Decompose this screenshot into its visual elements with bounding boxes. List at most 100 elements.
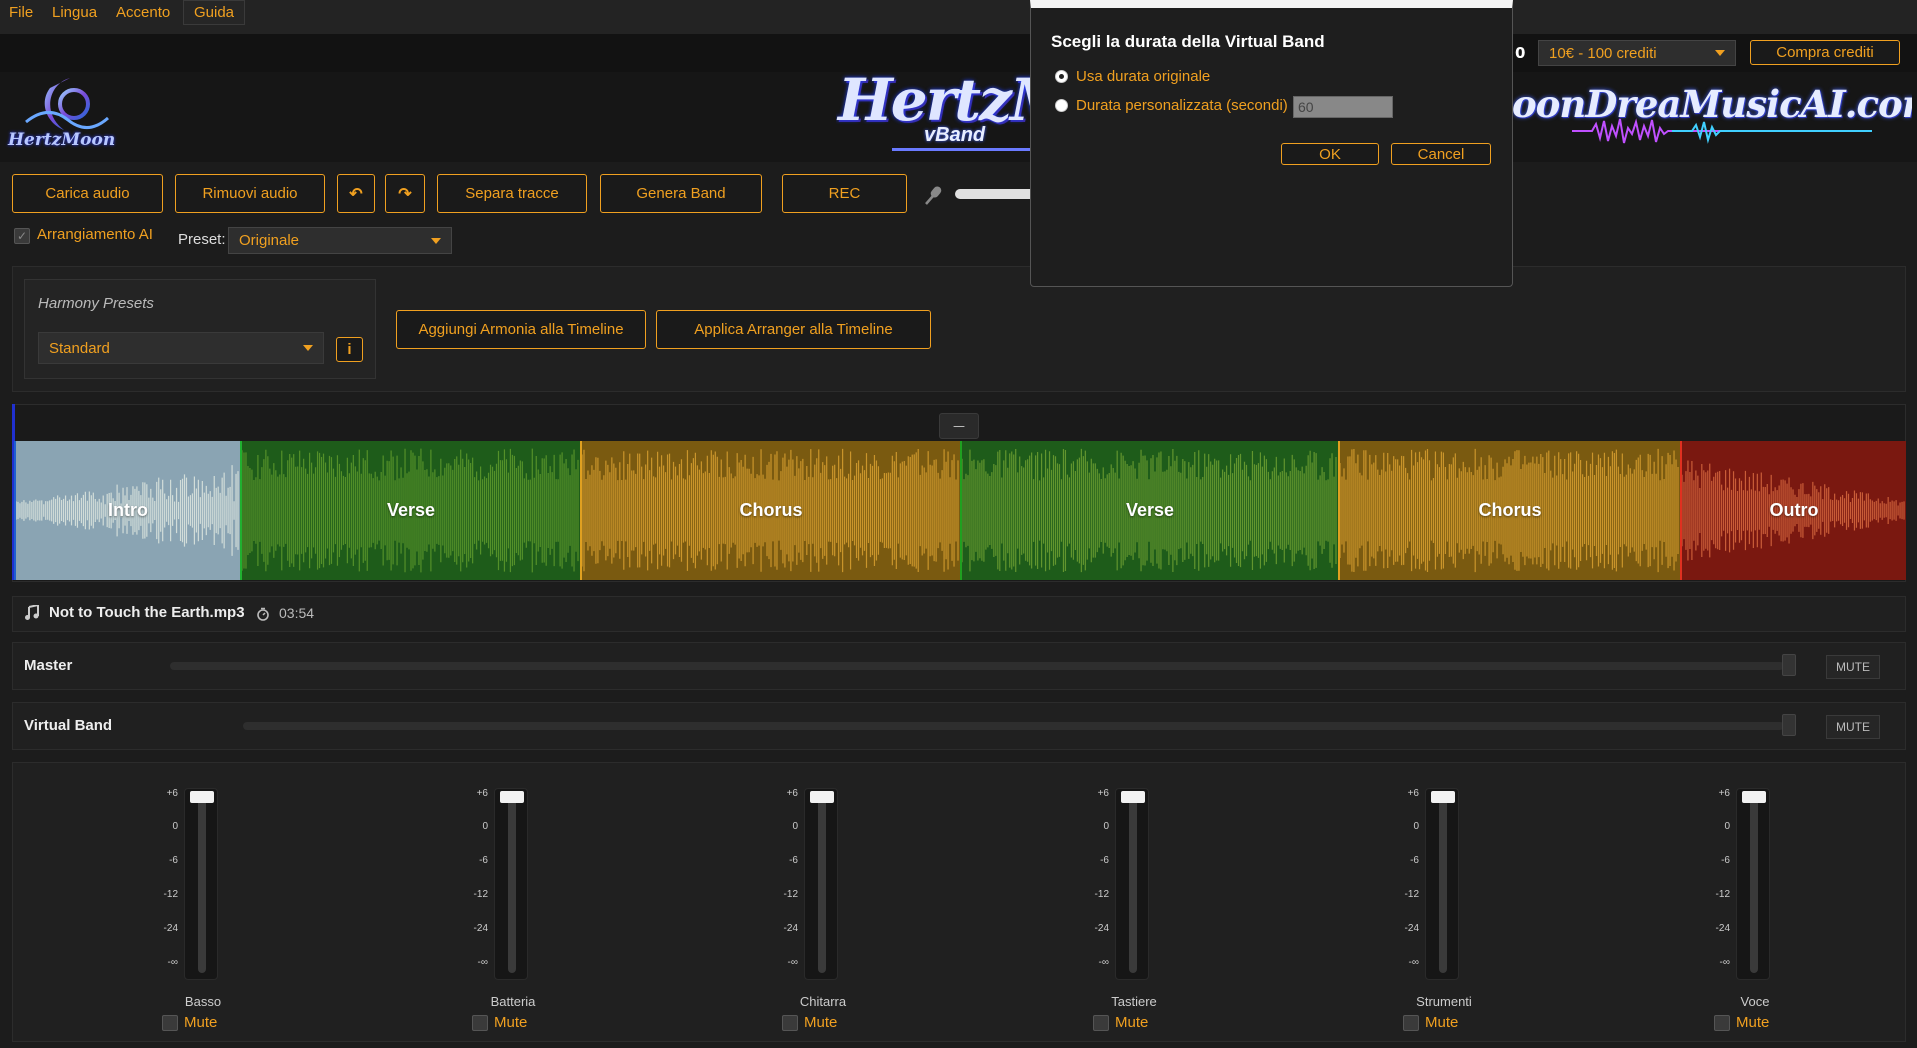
db-tick: -6 (169, 855, 178, 866)
credits-package-select[interactable]: 10€ - 100 crediti (1538, 40, 1736, 66)
chevron-down-icon (1715, 50, 1725, 56)
channel-mute[interactable]: Mute (1403, 1014, 1458, 1031)
virtual-band-volume-slider[interactable] (243, 722, 1784, 730)
timeline-collapse-button[interactable]: — (939, 413, 979, 439)
timeline-segment-verse-1[interactable]: Verse (240, 441, 580, 580)
cancel-button[interactable]: Cancel (1391, 143, 1491, 165)
channel-mute[interactable]: Mute (472, 1014, 527, 1031)
menu-file[interactable]: File (9, 4, 33, 21)
fader-thumb[interactable] (1121, 791, 1145, 803)
mixer-panel (12, 762, 1906, 1042)
master-mute-button[interactable]: MUTE (1826, 655, 1880, 679)
channel-fader[interactable] (184, 788, 218, 980)
channel-name: Basso (184, 994, 222, 1009)
channel-mute[interactable]: Mute (162, 1014, 217, 1031)
timer-icon (256, 606, 270, 621)
db-tick: +6 (476, 788, 488, 799)
db-tick: -12 (1094, 889, 1109, 900)
fader-thumb[interactable] (190, 791, 214, 803)
menu-lingua[interactable]: Lingua (52, 4, 97, 21)
fader-thumb[interactable] (1431, 791, 1455, 803)
harmony-preset-select[interactable]: Standard (38, 332, 324, 364)
db-tick: 0 (1103, 821, 1109, 832)
generate-band-button[interactable]: Genera Band (600, 174, 762, 213)
chevron-down-icon (431, 237, 441, 244)
fader-thumb[interactable] (500, 791, 524, 803)
timeline-segment-intro-0[interactable]: Intro (14, 441, 240, 580)
mute-label: Mute (1115, 1014, 1149, 1031)
radio-custom[interactable] (1055, 99, 1068, 112)
fader-thumb[interactable] (810, 791, 834, 803)
virtual-band-volume-thumb[interactable] (1782, 714, 1796, 736)
harmony-presets-title: Harmony Presets (38, 295, 154, 312)
redo-button[interactable]: ↷ (385, 174, 425, 213)
hertzmoon-logo: HertzMoon (8, 74, 126, 158)
channel-tastiere: +6 0 -6 -12 -24 -∞ Tastiere Mute (1079, 780, 1199, 1040)
fader-groove (1750, 795, 1758, 973)
menu-accento[interactable]: Accento (116, 4, 170, 21)
remove-audio-button[interactable]: Rimuovi audio (175, 174, 325, 213)
db-tick: +6 (166, 788, 178, 799)
harmony-info-button[interactable]: i (336, 337, 363, 362)
channel-mute[interactable]: Mute (1093, 1014, 1148, 1031)
mute-label: Mute (1425, 1014, 1459, 1031)
channel-mute[interactable]: Mute (1714, 1014, 1769, 1031)
ai-arrangement-label: Arrangiamento AI (37, 226, 153, 243)
option-original-duration[interactable]: Usa durata originale (1055, 68, 1210, 85)
right-logo: oonDreaMusicAI.com (1512, 76, 1912, 152)
db-tick: 0 (482, 821, 488, 832)
undo-button[interactable]: ↶ (337, 174, 375, 213)
mute-checkbox[interactable] (162, 1014, 178, 1031)
db-tick: 0 (1413, 821, 1419, 832)
rec-button[interactable]: REC (782, 174, 907, 213)
db-tick: 0 (172, 821, 178, 832)
fader-groove (1129, 795, 1137, 973)
load-audio-button[interactable]: Carica audio (12, 174, 163, 213)
mute-checkbox[interactable] (1093, 1014, 1109, 1031)
timeline-segment-outro-5[interactable]: Outro (1680, 441, 1906, 580)
channel-name: Chitarra (799, 994, 847, 1009)
timeline-segment-label: Verse (386, 500, 436, 520)
mute-checkbox[interactable] (472, 1014, 488, 1031)
add-harmony-button[interactable]: Aggiungi Armonia alla Timeline (396, 310, 646, 349)
timeline-segment-label: Chorus (739, 500, 803, 520)
db-tick: -24 (163, 923, 178, 934)
timeline-segment-chorus-4[interactable]: Chorus (1338, 441, 1680, 580)
ok-button[interactable]: OK (1281, 143, 1379, 165)
mute-checkbox[interactable] (782, 1014, 798, 1031)
harmony-presets-panel: Harmony Presets Standard i (24, 279, 376, 379)
virtual-band-mute-button[interactable]: MUTE (1826, 715, 1880, 739)
channel-name: Tastiere (1111, 994, 1157, 1009)
timeline-segment-chorus-2[interactable]: Chorus (580, 441, 960, 580)
fader-thumb[interactable] (1742, 791, 1766, 803)
preset-select[interactable]: Originale (228, 227, 452, 254)
mute-checkbox[interactable] (1714, 1014, 1730, 1031)
master-volume-thumb[interactable] (1782, 654, 1796, 676)
buy-credits-button[interactable]: Compra crediti (1750, 40, 1900, 65)
dialog-title: Scegli la durata della Virtual Band (1051, 32, 1325, 51)
channel-fader[interactable] (494, 788, 528, 980)
preset-value: Originale (239, 232, 300, 249)
channel-fader[interactable] (1736, 788, 1770, 980)
input-level-slider[interactable] (955, 189, 1030, 199)
channel-fader[interactable] (804, 788, 838, 980)
master-volume-slider[interactable] (170, 662, 1784, 670)
custom-duration-input[interactable]: 60 (1293, 96, 1393, 118)
channel-mute[interactable]: Mute (782, 1014, 837, 1031)
radio-original[interactable] (1055, 70, 1068, 83)
channel-fader[interactable] (1115, 788, 1149, 980)
channel-fader[interactable] (1425, 788, 1459, 980)
timeline-segment-verse-3[interactable]: Verse (960, 441, 1338, 580)
db-tick: -∞ (1408, 957, 1419, 968)
separate-tracks-button[interactable]: Separa tracce (437, 174, 587, 213)
db-tick: -24 (1715, 923, 1730, 934)
ai-arrangement-checkbox[interactable]: ✓ (14, 228, 30, 244)
menu-guida[interactable]: Guida (183, 0, 246, 25)
db-tick: -6 (789, 855, 798, 866)
mute-checkbox[interactable] (1403, 1014, 1419, 1031)
chevron-down-icon (303, 345, 313, 351)
option-custom-duration[interactable]: Durata personalizzata (secondi) (1055, 97, 1288, 114)
channel-name: Voce (1740, 994, 1770, 1009)
center-logo-underline (892, 148, 1032, 151)
apply-arranger-button[interactable]: Applica Arranger alla Timeline (656, 310, 931, 349)
